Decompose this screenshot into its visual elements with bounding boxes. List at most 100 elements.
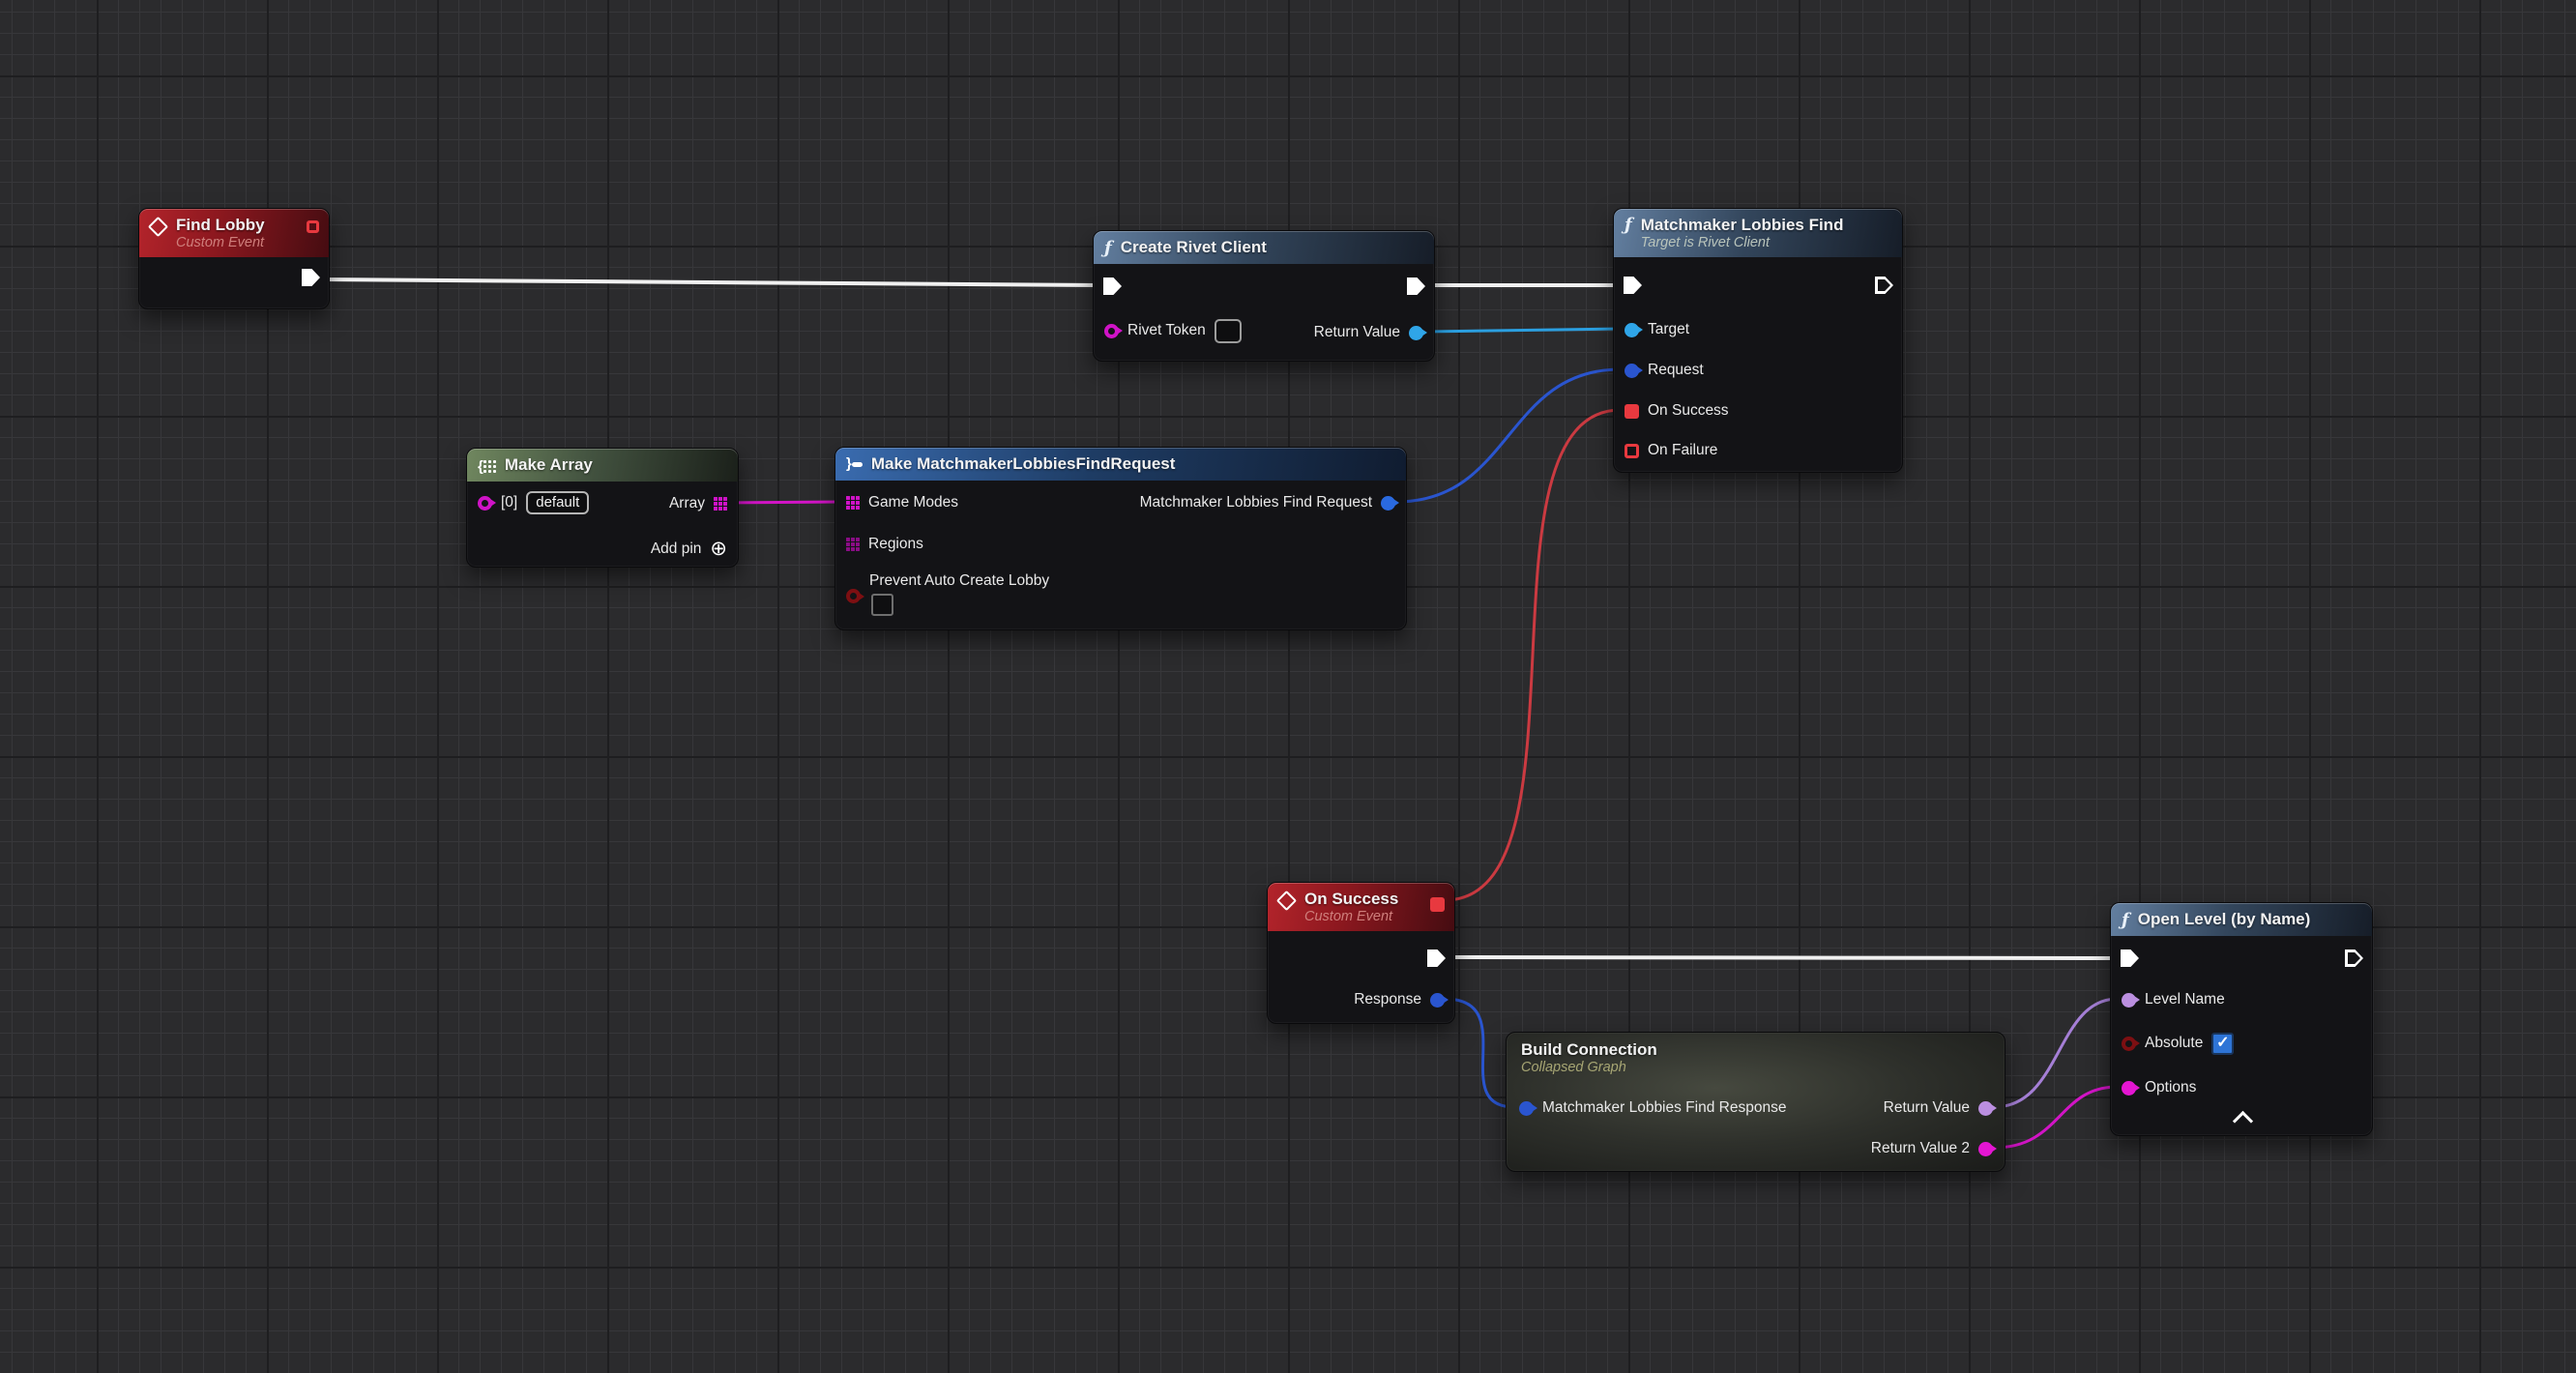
exec-out-pin[interactable] xyxy=(1427,949,1446,967)
pin-label: Rivet Token xyxy=(1127,322,1206,339)
prevent-auto-create-lobby-checkbox[interactable] xyxy=(871,594,893,616)
node-title: Matchmaker Lobbies Find xyxy=(1641,216,1844,235)
node-on-success[interactable]: On Success Custom Event Response xyxy=(1267,882,1455,1024)
regions-pin[interactable] xyxy=(846,538,860,551)
pin-label: Return Value 2 xyxy=(1871,1140,1970,1157)
target-pin[interactable] xyxy=(1625,323,1639,337)
node-make-array[interactable]: { Make Array [0] default Array Add pin ⊕ xyxy=(466,448,739,568)
exec-out-pin[interactable] xyxy=(302,269,320,286)
wire-array-to-gamemodes[interactable] xyxy=(728,502,840,503)
pin-label: Prevent Auto Create Lobby xyxy=(869,572,1049,590)
wire-returnvalue-to-target[interactable] xyxy=(1425,329,1621,332)
node-make-matchmaker-lobbies-find-request[interactable]: } Make MatchmakerLobbiesFindRequest Game… xyxy=(834,447,1407,630)
add-pin-icon[interactable]: ⊕ xyxy=(710,540,727,558)
pin-label: Options xyxy=(2145,1079,2196,1096)
node-title: Build Connection xyxy=(1521,1040,1657,1060)
node-header: { Make Array xyxy=(467,449,738,482)
node-title: Create Rivet Client xyxy=(1121,238,1267,257)
pin-label: Target xyxy=(1648,321,1689,338)
game-modes-pin[interactable] xyxy=(846,496,860,510)
pin-row-absolute: Absolute ✓ xyxy=(2122,1034,2234,1053)
pin-row-options: Options xyxy=(2122,1078,2196,1097)
custom-event-icon xyxy=(1276,891,1297,911)
pin-row-rivet-token: Rivet Token xyxy=(1104,321,1242,340)
absolute-checkbox[interactable]: ✓ xyxy=(2211,1033,2234,1055)
pin-label: On Failure xyxy=(1648,442,1717,459)
node-header: ƒ Open Level (by Name) xyxy=(2111,903,2372,936)
exec-in-pin[interactable] xyxy=(1103,278,1122,295)
exec-in-pin[interactable] xyxy=(1624,277,1642,294)
response-pin[interactable] xyxy=(1430,993,1445,1008)
pin-row-target: Target xyxy=(1625,320,1689,339)
exec-out-pin[interactable] xyxy=(1875,277,1893,294)
return-value-pin[interactable] xyxy=(1409,326,1423,340)
node-create-rivet-client[interactable]: ƒ Create Rivet Client Rivet Token Return… xyxy=(1093,230,1435,362)
wire-findrequest-to-request[interactable] xyxy=(1396,369,1621,502)
add-pin-row[interactable]: Add pin ⊕ xyxy=(651,540,727,559)
wire-returnvalue-to-levelname[interactable] xyxy=(1994,999,2118,1107)
matchmaker-lobbies-find-response-pin[interactable] xyxy=(1519,1101,1534,1116)
make-array-icon: { xyxy=(478,460,496,474)
array-out-pin[interactable] xyxy=(714,497,727,511)
custom-event-icon xyxy=(148,217,168,237)
on-success-pin[interactable] xyxy=(1625,404,1639,419)
pin-row-level-name: Level Name xyxy=(2122,990,2225,1009)
pin-row-element-0: [0] default xyxy=(478,493,589,512)
return-value-2-pin[interactable] xyxy=(1978,1142,1993,1156)
wire-exec-onsuccess-to-openlevel[interactable] xyxy=(1446,957,2118,958)
pin-row-response: Response xyxy=(1354,990,1445,1009)
pin-label: Array xyxy=(669,495,705,512)
pin-label: Request xyxy=(1648,362,1704,379)
node-header: Find Lobby Custom Event xyxy=(139,209,329,257)
level-name-pin[interactable] xyxy=(2122,993,2136,1008)
node-title: Make MatchmakerLobbiesFindRequest xyxy=(871,454,1176,474)
prevent-auto-create-lobby-pin[interactable] xyxy=(846,589,861,603)
collapse-chevron-icon[interactable] xyxy=(2233,1111,2253,1131)
node-find-lobby[interactable]: Find Lobby Custom Event xyxy=(138,208,330,309)
node-build-connection[interactable]: Build Connection Collapsed Graph Matchma… xyxy=(1506,1032,2005,1172)
absolute-pin[interactable] xyxy=(2122,1037,2136,1051)
pin-row-input: Matchmaker Lobbies Find Response xyxy=(1519,1098,1786,1118)
pin-row-return-value: Return Value xyxy=(1314,323,1423,342)
find-request-out-pin[interactable] xyxy=(1381,496,1395,511)
function-icon: ƒ xyxy=(2122,912,2129,929)
node-subtitle: Custom Event xyxy=(176,235,265,251)
node-title: On Success xyxy=(1304,890,1398,909)
exec-in-pin[interactable] xyxy=(2121,949,2139,967)
function-icon: ƒ xyxy=(1625,217,1632,234)
delegate-pin[interactable] xyxy=(1430,897,1445,912)
exec-out-pin[interactable] xyxy=(2345,949,2363,967)
function-icon: ƒ xyxy=(1104,240,1112,257)
pin-row-output: Matchmaker Lobbies Find Request xyxy=(1140,493,1395,512)
wire-onsuccess-delegate[interactable] xyxy=(1445,410,1621,900)
node-subtitle: Custom Event xyxy=(1304,909,1398,925)
pin-row-game-modes: Game Modes xyxy=(846,493,958,512)
rivet-token-pin[interactable] xyxy=(1104,324,1119,338)
pin-label: Absolute xyxy=(2145,1035,2203,1052)
delegate-pin[interactable] xyxy=(307,220,319,233)
pin-row-on-success: On Success xyxy=(1625,401,1729,421)
options-pin[interactable] xyxy=(2122,1081,2136,1095)
on-failure-pin[interactable] xyxy=(1625,444,1639,458)
pin-label: [0] xyxy=(501,494,517,511)
pin-label: Response xyxy=(1354,991,1421,1008)
pin-label: On Success xyxy=(1648,402,1729,420)
element-0-value-input[interactable]: default xyxy=(526,491,589,514)
return-value-pin[interactable] xyxy=(1978,1101,1993,1116)
exec-out-pin[interactable] xyxy=(1407,278,1425,295)
node-title: Make Array xyxy=(505,455,593,475)
wire-returnvalue2-to-options[interactable] xyxy=(1994,1087,2118,1148)
make-struct-icon: } xyxy=(846,457,863,471)
blueprint-graph-canvas[interactable]: Find Lobby Custom Event ƒ Create Rivet C… xyxy=(0,0,2576,1373)
element-0-pin[interactable] xyxy=(478,496,492,511)
rivet-token-input[interactable] xyxy=(1215,319,1242,343)
node-header: Build Connection Collapsed Graph xyxy=(1521,1040,1657,1076)
node-matchmaker-lobbies-find[interactable]: ƒ Matchmaker Lobbies Find Target is Rive… xyxy=(1613,208,1903,473)
add-pin-label: Add pin xyxy=(651,540,702,558)
pin-label: Return Value xyxy=(1314,324,1400,341)
pin-label: Regions xyxy=(868,536,923,553)
request-pin[interactable] xyxy=(1625,364,1639,378)
node-open-level[interactable]: ƒ Open Level (by Name) Level Name Absolu… xyxy=(2110,902,2373,1136)
wire-exec-findlobby-to-createclient[interactable] xyxy=(320,279,1100,285)
pin-row-array-out: Array xyxy=(669,494,727,513)
